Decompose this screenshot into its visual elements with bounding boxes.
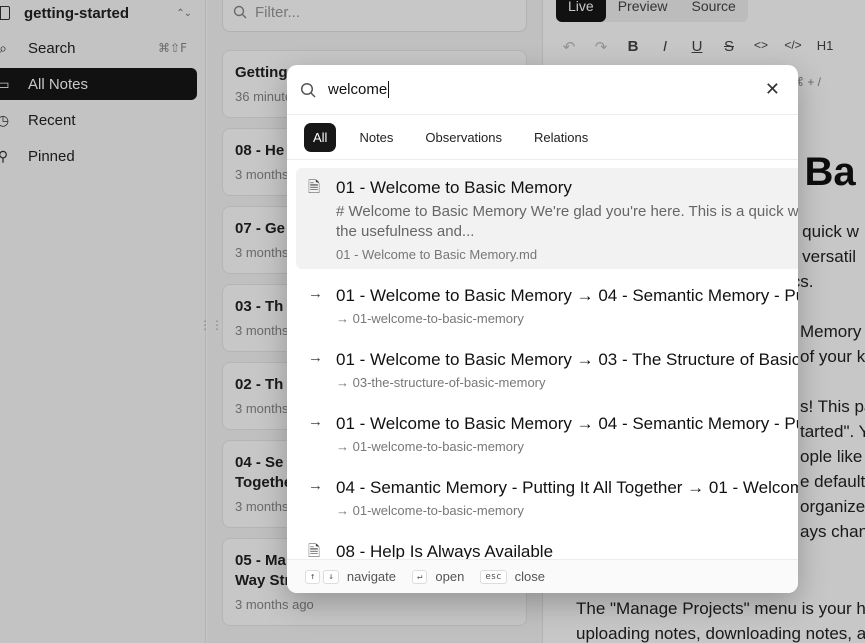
search-icon — [300, 82, 316, 98]
result-title: 08 - Help Is Always Available — [336, 542, 554, 559]
tab-notes[interactable]: Notes — [350, 123, 402, 152]
text-caret — [388, 81, 390, 99]
search-result[interactable]: → 01 - Welcome to Basic Memory → 03 - Th… — [296, 341, 798, 401]
result-permalink: → 03-the-structure-of-basic-memory — [336, 375, 546, 390]
keyboard-hints: ↑ ↓ navigate ↵ open esc close — [287, 559, 798, 593]
result-permalink: → 01-welcome-to-basic-memory — [336, 439, 524, 454]
arrow-right-icon: → — [308, 349, 323, 366]
result-permalink: → 01-welcome-to-basic-memory — [336, 503, 524, 518]
search-bar: welcome ✕ — [287, 65, 798, 115]
tab-all[interactable]: All — [304, 122, 337, 152]
search-result[interactable]: → 04 - Semantic Memory - Putting It All … — [296, 469, 798, 529]
search-query: welcome — [328, 80, 388, 98]
close-icon[interactable]: ✕ — [765, 79, 780, 100]
result-title: 01 - Welcome to Basic Memory → 03 - The … — [336, 350, 798, 369]
search-dialog: welcome ✕ All Notes Observations Relatio… — [287, 65, 798, 593]
result-excerpt: the usefulness and... — [336, 223, 475, 240]
key-enter: ↵ — [412, 569, 428, 584]
hint-close: close — [514, 569, 545, 584]
key-esc: esc — [480, 569, 507, 584]
tab-observations[interactable]: Observations — [416, 123, 511, 152]
search-result[interactable]: → 01 - Welcome to Basic Memory → 04 - Se… — [296, 277, 798, 337]
arrow-right-icon: → — [308, 413, 323, 430]
search-result[interactable]: 🗎 01 - Welcome to Basic Memory # Welcome… — [296, 168, 798, 269]
result-title: 01 - Welcome to Basic Memory → 04 - Sema… — [336, 414, 798, 433]
arrow-right-icon: → — [308, 285, 323, 302]
result-permalink: → 01-welcome-to-basic-memory — [336, 311, 524, 326]
tab-relations[interactable]: Relations — [525, 123, 597, 152]
result-title: 01 - Welcome to Basic Memory → 04 - Sema… — [336, 286, 798, 305]
document-icon: 🗎 — [308, 543, 321, 559]
arrow-right-icon: → — [308, 477, 323, 494]
result-title: 04 - Semantic Memory - Putting It All To… — [336, 478, 798, 497]
result-excerpt: # Welcome to Basic Memory We're glad you… — [336, 203, 798, 220]
hint-open: open — [435, 569, 465, 584]
search-input[interactable]: welcome — [328, 80, 390, 99]
key-up: ↑ — [305, 569, 321, 584]
search-results: 🗎 01 - Welcome to Basic Memory # Welcome… — [287, 161, 798, 559]
result-title: 01 - Welcome to Basic Memory — [336, 178, 572, 197]
search-result[interactable]: 🗎 08 - Help Is Always Available — [296, 533, 798, 559]
search-filter-tabs: All Notes Observations Relations — [287, 115, 798, 160]
document-icon: 🗎 — [308, 179, 321, 196]
hint-navigate: navigate — [346, 569, 396, 584]
result-path: 01 - Welcome to Basic Memory.md — [336, 247, 538, 262]
key-down: ↓ — [323, 569, 339, 584]
search-result[interactable]: → 01 - Welcome to Basic Memory → 04 - Se… — [296, 405, 798, 465]
